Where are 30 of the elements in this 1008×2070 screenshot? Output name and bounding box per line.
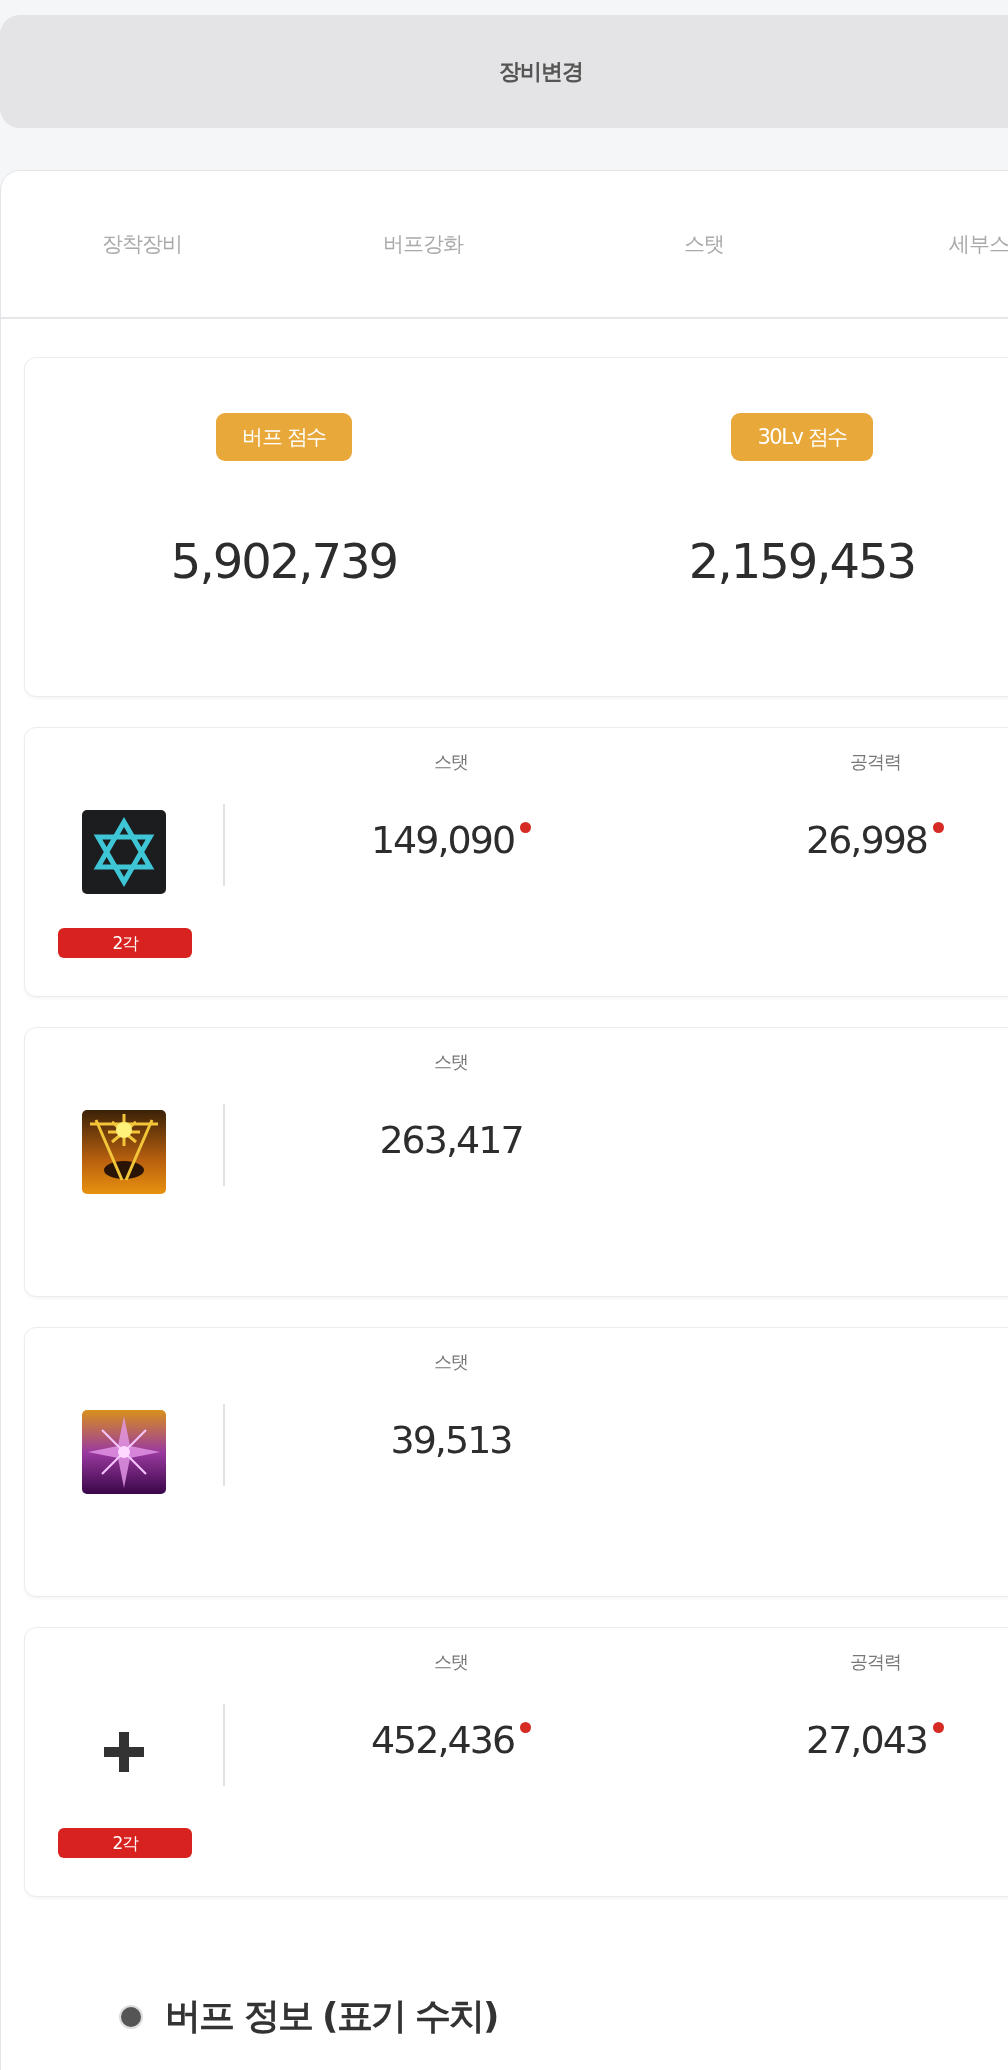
grade-badge: 2각 <box>58 1828 192 1858</box>
stat-label: 공격력 <box>849 750 901 774</box>
tab[interactable]: 스탯 <box>683 230 724 258</box>
tab[interactable]: 장착장비 <box>101 230 182 258</box>
score-label: 30Lv 점수 <box>731 413 873 461</box>
stat-value: 39,513 <box>390 1418 512 1462</box>
sunburst-icon <box>82 1110 166 1194</box>
stat-label: 스탯 <box>434 750 468 774</box>
plus-icon <box>104 1732 144 1772</box>
header-bar[interactable]: 장비변경 <box>0 15 1008 128</box>
crystal-icon <box>82 1410 166 1494</box>
score-value: 2,159,453 <box>688 533 916 589</box>
grade-badge: 2각 <box>58 928 192 958</box>
tab[interactable]: 세부스 <box>949 230 1008 258</box>
header-title: 장비변경 <box>499 57 583 86</box>
hexagram-icon <box>82 810 166 894</box>
stat-value: 149,090 <box>370 818 515 862</box>
stat-label: 스탯 <box>434 1350 468 1374</box>
stat-label: 공격력 <box>849 1650 901 1674</box>
score-value: 5,902,739 <box>170 533 398 589</box>
tab[interactable]: 버프강화 <box>382 230 463 258</box>
stat-label: 스탯 <box>434 1650 468 1674</box>
stat-value: 263,417 <box>379 1118 523 1162</box>
bullet-icon <box>119 2004 143 2029</box>
stat-value: 26,998 <box>806 818 927 862</box>
stat-value: 27,043 <box>806 1718 927 1762</box>
stat-label: 스탯 <box>434 1050 468 1074</box>
stat-value: 452,436 <box>370 1718 515 1762</box>
section-title: 버프 정보 (표기 수치) <box>165 1994 498 2038</box>
score-label: 버프 점수 <box>216 413 352 461</box>
